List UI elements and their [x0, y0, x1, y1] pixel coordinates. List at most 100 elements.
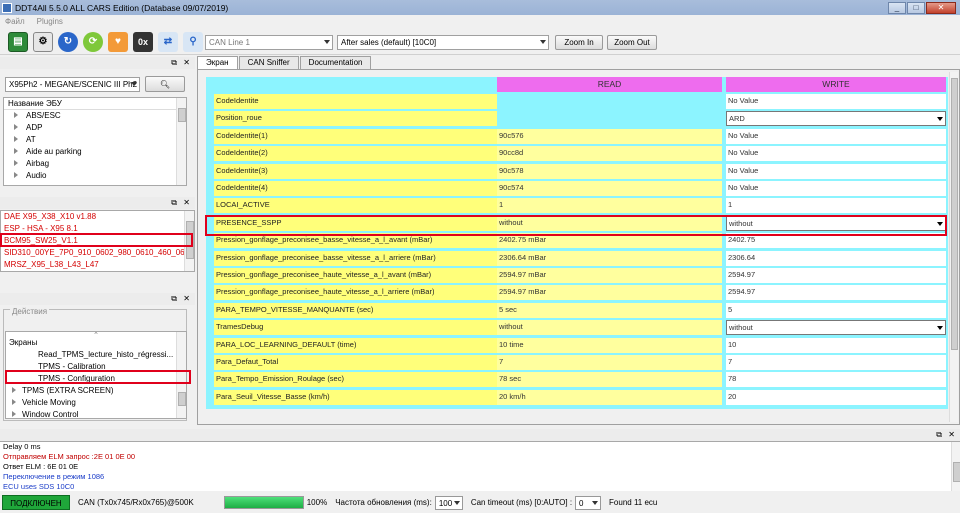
write-combo[interactable]: without [726, 320, 946, 336]
expand-arrow-icon[interactable] [12, 399, 16, 405]
undock-icon[interactable]: ⧉ [171, 294, 177, 304]
health-icon[interactable]: ♥ [108, 31, 128, 52]
write-input[interactable]: 2306.64 [726, 250, 946, 266]
sniffer-icon[interactable]: ⇄ [158, 31, 178, 52]
vehicle-select[interactable]: X95Ph2 - MEGANE/SCENIC III Ph2 [5, 77, 140, 92]
ecu-tree[interactable]: Название ЭБУ ABS/ESC ADP AT Aide au parking… [3, 97, 187, 186]
write-input[interactable]: 10 [726, 337, 946, 353]
read-value: 20 km/h [497, 389, 722, 405]
screen-item[interactable]: Window Control [6, 409, 186, 418]
write-input[interactable]: 20 [726, 389, 946, 405]
read-value: 2594.97 mBar [497, 268, 722, 283]
read-value: 90cc8d [497, 146, 722, 162]
write-input[interactable]: No Value [726, 181, 946, 196]
ecu-category-item[interactable]: ADP [4, 122, 186, 134]
can-line-select[interactable]: CAN Line 1 [205, 35, 333, 50]
parameter-row: CodeIdentite(4) 90c574 No Value [206, 181, 948, 198]
parameter-label: Para_Tempo_Emission_Roulage (sec) [214, 372, 497, 388]
parameter-row: CodeIdentite(3) 90c578 No Value [206, 163, 948, 181]
zoom-in-button[interactable]: Zoom In [555, 35, 603, 50]
ecu-category-item[interactable]: ABS/ESC [4, 110, 186, 122]
close-icon[interactable]: ✕ [183, 58, 190, 67]
refresh-spinbox[interactable]: 100 [434, 495, 463, 510]
write-input[interactable]: 78 [726, 372, 946, 388]
expand-arrow-icon[interactable] [14, 136, 18, 142]
expand-arrow-icon[interactable] [14, 112, 18, 118]
ecu-category-item[interactable]: Aide au parking [4, 146, 186, 158]
screen-item[interactable]: Vehicle Moving [6, 397, 186, 409]
screen-item[interactable]: TPMS (EXTRA SCREEN) [6, 385, 186, 397]
parameter-row: Pression_gonflage_preconisee_haute_vites… [206, 268, 948, 285]
close-icon[interactable]: ✕ [183, 294, 190, 303]
scrollbar[interactable] [176, 98, 186, 185]
close-icon[interactable]: ✕ [948, 430, 955, 439]
screens-header[interactable]: Экраны [6, 337, 186, 349]
write-input[interactable]: 2594.97 [726, 268, 946, 283]
ecu-category-item[interactable]: Airbag [4, 158, 186, 170]
tab-can-sniffer[interactable]: CAN Sniffer [238, 56, 299, 69]
parameter-row: CodeIdentite(2) 90cc8d No Value [206, 146, 948, 163]
write-input[interactable]: No Value [726, 146, 946, 162]
zoom-out-button[interactable]: Zoom Out [607, 35, 657, 50]
write-input[interactable]: 2594.97 [726, 285, 946, 301]
expand-arrow-icon[interactable] [12, 411, 16, 417]
parameter-row: Para_Tempo_Emission_Roulage (sec) 78 sec 7… [206, 372, 948, 389]
log-line: Переключение в режим 1086 [3, 472, 105, 481]
undock-icon[interactable]: ⧉ [936, 430, 942, 440]
ecu-category-item[interactable]: AT [4, 134, 186, 146]
screen-item[interactable]: Read_TPMS_lecture_histo_régressi... [6, 349, 186, 361]
write-input[interactable]: No Value [726, 94, 946, 109]
ecu-file-item[interactable]: MRSZ_X95_L38_L43_L47 [1, 259, 194, 271]
ecu-category-label: AT [26, 135, 36, 144]
parameter-label: Pression_gonflage_preconisee_basse_vites… [214, 250, 497, 266]
refresh-icon[interactable]: ↻ [58, 31, 78, 52]
ecu-category-item[interactable]: Audio [4, 170, 186, 182]
tab-documentation[interactable]: Documentation [299, 56, 372, 69]
write-input[interactable]: No Value [726, 128, 946, 144]
parameter-row: Para_Seuil_Vitesse_Basse (km/h) 20 km/h 20 [206, 389, 948, 407]
network-icon[interactable]: ⚲ [183, 31, 203, 52]
log-panel[interactable]: Delay 0 ms Отправляем ELM запрос :2E 01 0… [0, 441, 960, 491]
scrollbar[interactable] [951, 442, 960, 491]
undock-icon[interactable]: ⧉ [171, 58, 177, 68]
progress-bar [223, 496, 304, 509]
connect-icon[interactable]: ⟳ [83, 31, 103, 52]
write-input[interactable]: 1 [726, 198, 946, 214]
write-input[interactable]: 7 [726, 355, 946, 370]
expand-arrow-icon[interactable] [14, 124, 18, 130]
close-button[interactable]: ✕ [926, 1, 956, 14]
expand-arrow-icon[interactable] [14, 148, 18, 154]
menu-file[interactable]: Файл [5, 17, 25, 26]
minimize-button[interactable]: _ [888, 1, 906, 14]
undock-icon[interactable]: ⧉ [171, 198, 177, 208]
ecu-scan-icon[interactable]: ▤ [8, 31, 28, 52]
search-button[interactable]: 🔍︎ [145, 76, 185, 92]
parameter-label: LOCAI_ACTIVE [214, 198, 497, 214]
parameter-row: CodeIdentite(1) 90c576 No Value [206, 128, 948, 146]
write-input[interactable]: 5 [726, 302, 946, 318]
tree-header[interactable]: Название ЭБУ [4, 98, 186, 110]
maximize-button[interactable]: □ [907, 1, 925, 14]
read-header: READ [497, 77, 722, 92]
expand-arrow-icon[interactable] [14, 160, 18, 166]
log-line: Отправляем ELM запрос :2E 01 0E 00 [3, 452, 136, 461]
screen-item-label: Vehicle Moving [22, 398, 76, 407]
menu-plugins[interactable]: Plugins [37, 17, 63, 26]
write-input[interactable]: No Value [726, 163, 946, 179]
ecu-file-item[interactable]: DAE X95_X38_X10 v1.88 [1, 211, 194, 223]
timeout-spinbox[interactable]: 0 [575, 495, 602, 510]
hex-icon[interactable]: 0x [133, 31, 153, 52]
session-select[interactable]: After sales (default) [10C0] [337, 35, 549, 50]
dump-icon[interactable]: ⚙ [33, 31, 53, 52]
connection-status-badge: ПОДКЛЮЧЕН [2, 495, 70, 510]
expand-arrow-icon[interactable] [12, 387, 16, 393]
tab-screen[interactable]: Экран [197, 56, 238, 69]
ecu-file-item[interactable]: SID310_00YE_7P0_910_0602_980_0610_460_06… [1, 247, 194, 259]
screen-item-label: Read_TPMS_lecture_histo_régressi... [38, 350, 174, 359]
scrollbar[interactable] [949, 72, 958, 422]
write-combo[interactable]: ARD [726, 111, 946, 127]
screen-item-label: TPMS (EXTRA SCREEN) [22, 386, 114, 395]
close-icon[interactable]: ✕ [183, 198, 190, 207]
parameter-label: Para_Seuil_Vitesse_Basse (km/h) [214, 389, 497, 405]
expand-arrow-icon[interactable] [14, 172, 18, 178]
